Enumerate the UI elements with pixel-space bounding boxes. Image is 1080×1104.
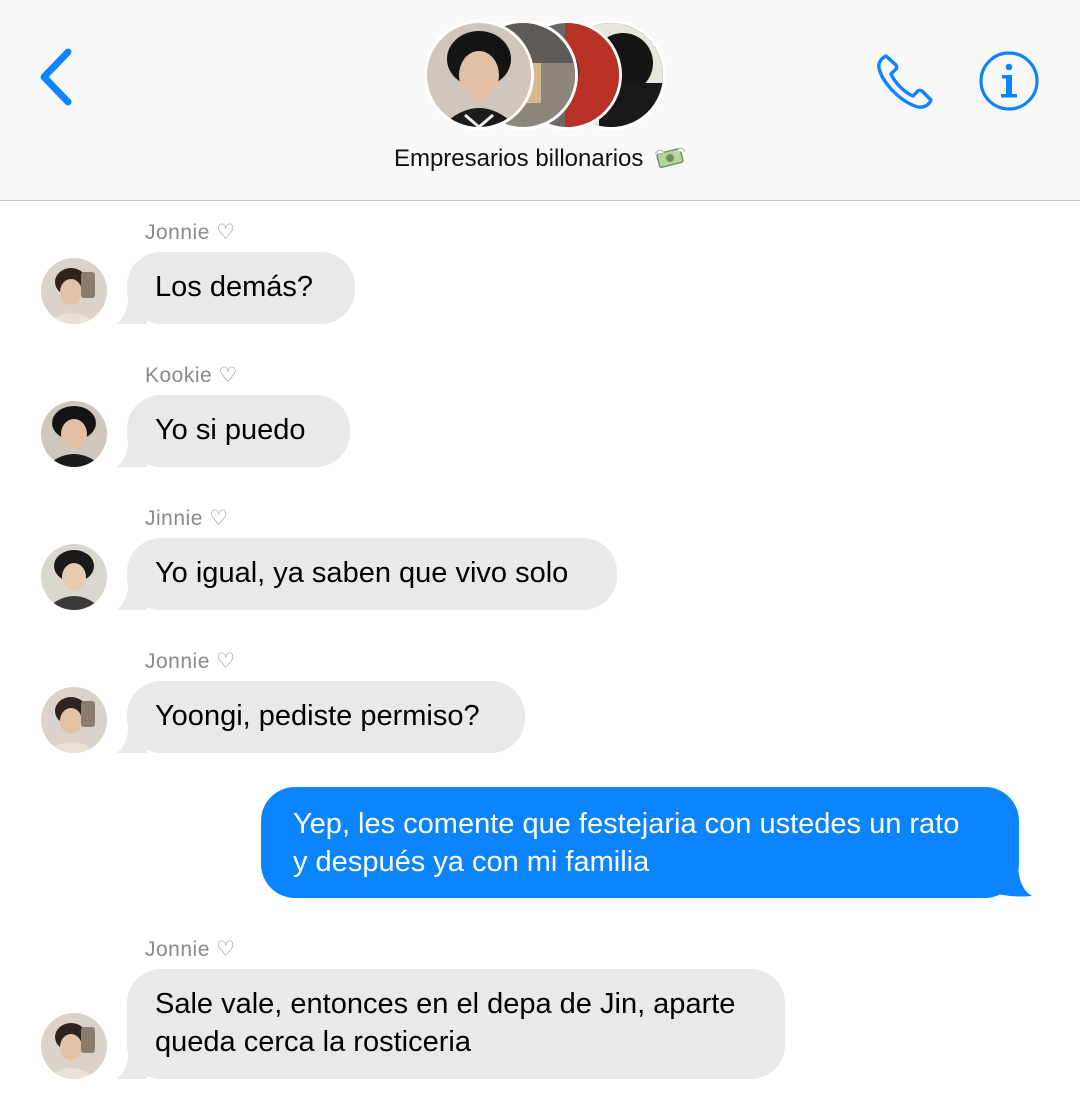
message-bubble[interactable]: Yo igual, ya saben que vivo solo: [127, 538, 617, 610]
avatar[interactable]: [41, 401, 107, 467]
group-member-avatar: [424, 20, 534, 130]
sender-name: Jonnie ♡: [145, 221, 236, 244]
message-bubble[interactable]: Los demás?: [127, 252, 355, 324]
conversation-header: Empresarios billonarios: [0, 0, 1080, 201]
money-with-wings-icon: [654, 147, 686, 168]
sender-name: Kookie ♡: [145, 364, 238, 387]
sender-name: Jonnie ♡: [145, 650, 236, 673]
avatar[interactable]: [41, 687, 107, 753]
chevron-left-icon: [40, 48, 72, 106]
sender-name: Jinnie ♡: [145, 507, 229, 530]
info-icon: [979, 51, 1039, 111]
message-bubble-sent[interactable]: Yep, les comente que festejaria con uste…: [261, 787, 1019, 898]
avatar[interactable]: [41, 544, 107, 610]
group-name: Empresarios billonarios: [393, 145, 644, 172]
avatar[interactable]: [41, 1013, 107, 1079]
avatar[interactable]: [41, 258, 107, 324]
message-bubble[interactable]: Yo si puedo: [127, 395, 350, 467]
info-button[interactable]: [976, 48, 1042, 114]
group-avatar-stack[interactable]: [420, 12, 666, 132]
phone-icon: [877, 54, 933, 109]
group-title[interactable]: Empresarios billonarios: [0, 144, 1080, 173]
call-button[interactable]: [872, 50, 938, 112]
back-button[interactable]: [34, 44, 84, 110]
message-bubble[interactable]: Yoongi, pediste permiso?: [127, 681, 525, 753]
sender-name: Jonnie ♡: [145, 938, 236, 961]
message-bubble[interactable]: Sale vale, entonces en el depa de Jin, a…: [127, 969, 785, 1079]
